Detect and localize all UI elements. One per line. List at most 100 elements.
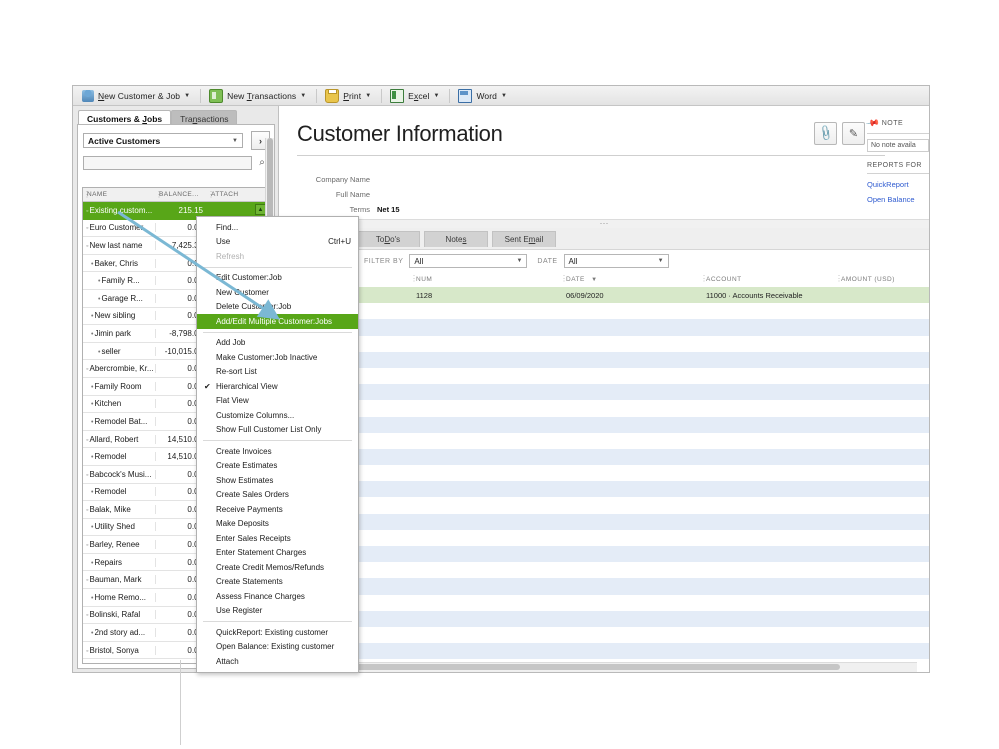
column-header-attach[interactable]: ATTACH <box>207 191 269 198</box>
menu-item-find[interactable]: Find... <box>197 220 358 235</box>
tab-to-dos[interactable]: To Do's <box>356 231 420 247</box>
menu-item-label: Open Balance: Existing customer <box>216 642 334 651</box>
menu-item-edit-customer-job[interactable]: Edit Customer:Job <box>197 271 358 286</box>
menu-item-create-sales-orders[interactable]: Create Sales Orders <box>197 488 358 503</box>
menu-item-flat-view[interactable]: Flat View <box>197 394 358 409</box>
transaction-row[interactable] <box>280 433 929 449</box>
chevron-down-icon: ▼ <box>516 258 522 264</box>
transaction-row[interactable] <box>280 562 929 578</box>
chevron-down-icon[interactable]: ▼ <box>300 93 306 99</box>
menu-item-create-estimates[interactable]: Create Estimates <box>197 459 358 474</box>
menu-item-customize-columns[interactable]: Customize Columns... <box>197 408 358 423</box>
date-dropdown[interactable]: All ▼ <box>564 254 669 268</box>
menu-item-add-job[interactable]: Add Job <box>197 336 358 351</box>
menu-item-add-edit-multiple-customer-jobs[interactable]: Add/Edit Multiple Customer:Jobs <box>197 314 358 329</box>
customer-name: •2nd story ad... <box>83 628 155 637</box>
transaction-row[interactable] <box>280 417 929 433</box>
menu-item-make-customer-job-inactive[interactable]: Make Customer:Job Inactive <box>197 350 358 365</box>
menu-item-quickreport-existing-customer[interactable]: QuickReport: Existing customer <box>197 625 358 640</box>
menu-item-use-register[interactable]: Use Register <box>197 604 358 619</box>
tab-sent-email[interactable]: Sent Email <box>492 231 556 247</box>
transaction-row[interactable] <box>280 336 929 352</box>
menu-item-hierarchical-view[interactable]: ✔Hierarchical View <box>197 379 358 394</box>
transaction-row[interactable] <box>280 352 929 368</box>
toolbar-new-transactions[interactable]: New Transactions ▼ <box>204 87 311 105</box>
menu-item-re-sort-list[interactable]: Re-sort List <box>197 365 358 380</box>
menu-item-attach[interactable]: Attach <box>197 654 358 669</box>
note-text[interactable]: No note availa <box>867 139 929 152</box>
menu-item-show-full-customer-list-only[interactable]: Show Full Customer List Only <box>197 423 358 438</box>
paperclip-icon: 📎 <box>816 124 835 143</box>
pin-icon[interactable]: 📌 <box>865 116 881 132</box>
menu-item-create-statements[interactable]: Create Statements <box>197 575 358 590</box>
chevron-down-icon[interactable]: ▼ <box>501 93 507 99</box>
horizontal-scrollbar[interactable] <box>280 662 917 672</box>
menu-item-delete-customer-job[interactable]: Delete Customer:Job <box>197 300 358 315</box>
chevron-down-icon[interactable]: ▼ <box>184 93 190 99</box>
edit-customer-button[interactable]: ✎ <box>842 122 865 145</box>
bullet-icon: • <box>91 331 93 338</box>
column-header-name[interactable]: NAME <box>83 191 155 198</box>
menu-item-show-estimates[interactable]: Show Estimates <box>197 473 358 488</box>
link-quickreport[interactable]: QuickReport <box>867 180 929 189</box>
transaction-row[interactable] <box>280 546 929 562</box>
transaction-row[interactable] <box>280 497 929 513</box>
transaction-row[interactable] <box>280 627 929 643</box>
customer-name: ◦Euro Customer <box>83 223 155 232</box>
transaction-row[interactable] <box>280 611 929 627</box>
menu-item-enter-sales-receipts[interactable]: Enter Sales Receipts <box>197 531 358 546</box>
tab-notes[interactable]: Notes <box>424 231 488 247</box>
transaction-row[interactable] <box>280 384 929 400</box>
transaction-row[interactable]: 112806/09/202011000 · Accounts Receivabl… <box>280 287 929 303</box>
transaction-row[interactable] <box>280 368 929 384</box>
chevron-down-icon[interactable]: ▼ <box>365 93 371 99</box>
toolbar-new-customer-job[interactable]: New Customer & Job ▼ <box>77 87 195 105</box>
tab-customers-and-jobs[interactable]: Customers & Jobs <box>78 110 171 124</box>
transaction-row[interactable] <box>280 400 929 416</box>
filter-by-dropdown[interactable]: All ▼ <box>409 254 527 268</box>
menu-item-assess-finance-charges[interactable]: Assess Finance Charges <box>197 589 358 604</box>
menu-item-create-credit-memos-refunds[interactable]: Create Credit Memos/Refunds <box>197 560 358 575</box>
field-label-full-name: Full Name <box>286 190 370 199</box>
print-icon <box>325 89 339 103</box>
transaction-row[interactable] <box>280 595 929 611</box>
active-customers-dropdown[interactable]: Active Customers ▼ <box>83 133 243 148</box>
chevron-down-icon[interactable]: ▼ <box>433 93 439 99</box>
transaction-row[interactable] <box>280 643 929 659</box>
attach-file-button[interactable]: 📎 <box>814 122 837 145</box>
menu-item-create-invoices[interactable]: Create Invoices <box>197 444 358 459</box>
menu-item-use[interactable]: UseCtrl+U <box>197 235 358 250</box>
customer-name: •Utility Shed <box>83 522 155 531</box>
toolbar-divider <box>381 89 382 103</box>
transaction-row[interactable] <box>280 465 929 481</box>
scrollbar-thumb[interactable] <box>280 664 840 670</box>
menu-item-receive-payments[interactable]: Receive Payments <box>197 502 358 517</box>
excel-icon <box>390 89 404 103</box>
transaction-row[interactable] <box>280 481 929 497</box>
search-input[interactable] <box>83 156 252 170</box>
menu-item-label: New Customer <box>216 288 269 297</box>
transaction-row[interactable] <box>280 303 929 319</box>
link-open-balance[interactable]: Open Balance <box>867 195 929 204</box>
toolbar-word[interactable]: Word ▼ <box>453 87 512 105</box>
transaction-row[interactable] <box>280 319 929 335</box>
customer-name: ◦Balak, Mike <box>83 505 155 514</box>
th-account[interactable]: ACCOUNT <box>700 276 835 283</box>
menu-item-make-deposits[interactable]: Make Deposits <box>197 517 358 532</box>
th-num[interactable]: NUM <box>410 276 560 283</box>
toolbar-print[interactable]: Print ▼ <box>320 87 376 105</box>
transaction-row[interactable] <box>280 578 929 594</box>
tab-transactions[interactable]: Transactions <box>171 110 237 124</box>
th-amount[interactable]: AMOUNT (USD) <box>835 276 929 283</box>
menu-item-enter-statement-charges[interactable]: Enter Statement Charges <box>197 546 358 561</box>
customer-name: •Repairs <box>83 663 155 664</box>
menu-item-open-balance-existing-customer[interactable]: Open Balance: Existing customer <box>197 640 358 655</box>
transaction-row[interactable] <box>280 449 929 465</box>
customer-context-menu[interactable]: Find...UseCtrl+URefreshEdit Customer:Job… <box>196 216 359 673</box>
toolbar-excel[interactable]: Excel ▼ <box>385 87 444 105</box>
column-header-balance[interactable]: BALANCE... <box>155 191 207 198</box>
transaction-row[interactable] <box>280 514 929 530</box>
th-date[interactable]: DATE ▼ <box>560 276 700 283</box>
menu-item-new-customer[interactable]: New Customer <box>197 285 358 300</box>
transaction-row[interactable] <box>280 530 929 546</box>
